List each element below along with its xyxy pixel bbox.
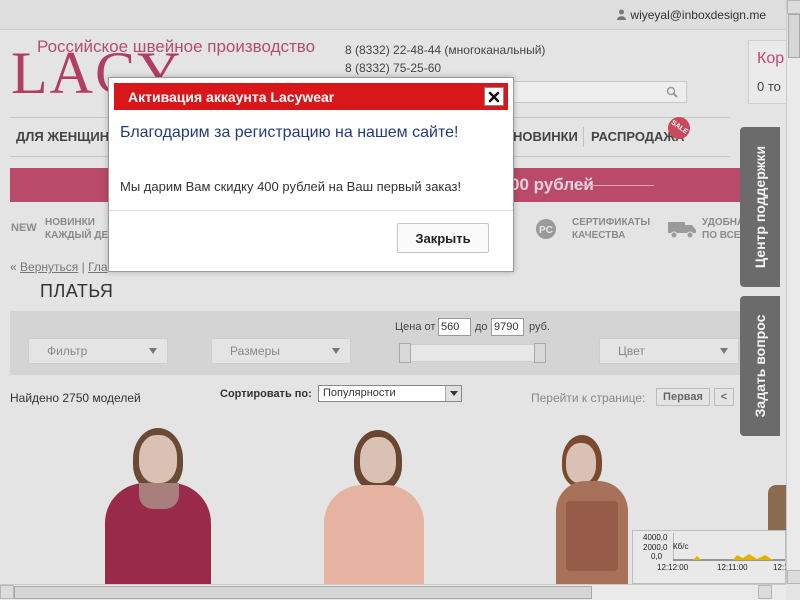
pagination-label: Перейти к странице: (531, 391, 646, 405)
close-modal-button[interactable]: Закрыть (397, 223, 489, 253)
chevron-down-icon[interactable] (445, 386, 461, 401)
breadcrumb: « Вернуться | Гла (10, 260, 108, 274)
nav-item-women[interactable]: ДЛЯ ЖЕНЩИН (16, 129, 109, 144)
truck-icon (668, 222, 696, 239)
net-time-1: 12:12:00 (657, 563, 689, 572)
price-slider-track[interactable] (402, 344, 543, 362)
new-badge-icon: NEW (11, 222, 37, 234)
cart-title: Кор (757, 50, 785, 67)
price-unit: руб. (529, 321, 550, 333)
filter-bar: Фильтр Размеры Цена от до руб. Цвет (10, 311, 740, 375)
cart-count: 0 то (757, 79, 781, 94)
horizontal-scrollbar[interactable] (0, 584, 786, 600)
top-bar: wiyeyal@inboxdesign.me (0, 0, 786, 30)
filter-dropdown-label: Фильтр (47, 344, 88, 358)
sort-label: Сортировать по: (220, 388, 312, 400)
breadcrumb-separator: | (81, 260, 85, 274)
page: wiyeyal@inboxdesign.me Российское швейно… (0, 0, 786, 584)
account-activation-modal: Активация аккаунта Lacywear Благодарим з… (108, 77, 514, 272)
support-center-tab[interactable]: Центр поддержки (740, 127, 780, 287)
product-photo-print (566, 501, 618, 571)
feature-label: СЕРТИФИКАТЫ (572, 217, 651, 228)
sizes-dropdown-label: Размеры (230, 344, 280, 358)
search-icon[interactable] (666, 86, 678, 98)
feature-label: НОВИНКИ (45, 217, 95, 228)
pagination-first-button[interactable]: Первая (656, 388, 710, 406)
sizes-dropdown[interactable]: Размеры (211, 338, 351, 364)
breadcrumb-prefix: « (10, 260, 17, 274)
feature-label: КАЧЕСТВА (572, 230, 626, 241)
user-account-link[interactable]: wiyeyal@inboxdesign.me (617, 8, 766, 22)
net-time-3: 12:10 (773, 563, 786, 572)
product-photo-dress (324, 485, 424, 584)
chevron-down-icon (720, 348, 728, 354)
search-input[interactable] (507, 81, 687, 103)
page-title: ПЛАТЬЯ (40, 281, 114, 301)
feature-label: КАЖДЫЙ ДЕ (45, 230, 109, 241)
network-monitor-widget: 4000,0 2000,0 0,0 Кб/с 12:12:00 12:11:00… (632, 530, 786, 584)
product-photo-face (139, 435, 177, 483)
scroll-right-arrow-icon[interactable] (758, 585, 772, 599)
scrollbar-corner (786, 584, 800, 600)
user-email: wiyeyal@inboxdesign.me (630, 8, 766, 22)
certificate-icon: PC (536, 219, 556, 239)
ask-question-label: Задать вопрос (752, 314, 768, 418)
feature-new-arrivals: НОВИНКИ КАЖДЫЙ ДЕ (45, 216, 108, 242)
price-from-label: Цена от (395, 321, 436, 333)
product-card[interactable] (95, 425, 225, 584)
vertical-scroll-thumb[interactable] (788, 14, 800, 58)
chevron-down-icon (332, 348, 340, 354)
user-icon (617, 9, 627, 20)
price-to-label: до (475, 321, 488, 333)
breadcrumb-back-link[interactable]: Вернуться (20, 260, 78, 274)
phone-secondary: 8 (8332) 75-25-60 (345, 61, 442, 75)
phone-primary: 8 (8332) 22-48-44 (многоканальный) (345, 43, 546, 57)
ask-question-tab[interactable]: Задать вопрос (740, 296, 780, 436)
promo-decor-line (580, 185, 654, 186)
price-to-input[interactable] (491, 318, 524, 336)
filter-dropdown[interactable]: Фильтр (28, 338, 168, 364)
nav-divider (583, 127, 584, 147)
product-photo-face (360, 437, 396, 483)
close-button[interactable] (484, 87, 504, 106)
product-photo-scarf (139, 483, 179, 509)
feature-certificates: СЕРТИФИКАТЫ КАЧЕСТВА (572, 216, 650, 242)
modal-title: Активация аккаунта Lacywear (128, 89, 335, 105)
results-count: Найдено 2750 моделей (10, 391, 141, 405)
modal-message: Мы дарим Вам скидку 400 рублей на Ваш пе… (120, 179, 462, 194)
horizontal-scroll-thumb[interactable] (14, 586, 592, 599)
cart-widget[interactable]: Кор 0 то (748, 40, 786, 104)
close-icon (488, 91, 500, 103)
network-graph (673, 533, 785, 561)
svg-text:PC: PC (539, 225, 553, 236)
sort-select[interactable]: Популярности (318, 385, 462, 402)
breadcrumb-home-link[interactable]: Гла (88, 260, 108, 274)
scroll-down-arrow-icon[interactable] (787, 570, 800, 584)
modal-heading: Благодарим за регистрацию на нашем сайте… (120, 124, 459, 141)
color-dropdown[interactable]: Цвет (599, 338, 739, 364)
product-photo-face (566, 443, 596, 483)
modal-header: Активация аккаунта Lacywear (114, 83, 508, 110)
sort-select-value: Популярности (323, 387, 396, 399)
price-from-input[interactable] (438, 318, 471, 336)
nav-item-new[interactable]: НОВИНКИ (513, 129, 578, 144)
net-y-zero: 0,0 (651, 552, 663, 561)
scroll-left-arrow-icon[interactable] (0, 585, 14, 599)
price-slider-min-handle[interactable] (399, 343, 411, 363)
modal-divider (109, 210, 513, 211)
net-y-top: 4000,0 (643, 533, 668, 542)
scroll-up-arrow-icon[interactable] (787, 0, 800, 14)
color-dropdown-label: Цвет (618, 344, 645, 358)
support-center-label: Центр поддержки (752, 145, 768, 269)
price-slider-max-handle[interactable] (534, 343, 546, 363)
pagination-prev-button[interactable]: < (714, 388, 734, 406)
net-time-2: 12:11:00 (717, 563, 748, 572)
vertical-scrollbar[interactable] (786, 0, 800, 600)
net-y-mid: 2000,0 (643, 543, 668, 552)
chevron-down-icon (149, 348, 157, 354)
product-card[interactable] (310, 425, 440, 584)
